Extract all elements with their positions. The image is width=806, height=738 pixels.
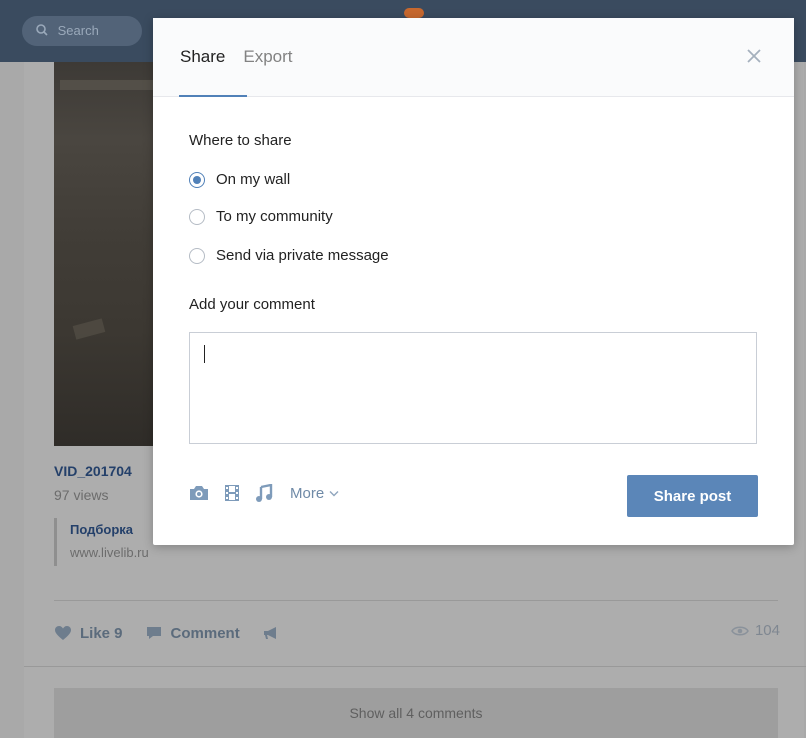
divider [24, 666, 806, 667]
divider [54, 600, 778, 601]
eye-icon [731, 626, 749, 635]
like-button[interactable]: Like 9 [54, 625, 123, 642]
comment-label: Comment [170, 624, 240, 642]
like-label: Like 9 [80, 624, 123, 642]
radio-circle[interactable] [189, 171, 205, 188]
comment-icon [146, 627, 161, 639]
views-counter: 104 [731, 622, 780, 639]
post-title[interactable]: VID_201704 [54, 463, 132, 479]
attachment-toolbar: More [189, 484, 339, 502]
link-url[interactable]: www.livelib.ru [70, 545, 149, 560]
add-comment-label: Add your comment [189, 296, 315, 313]
dialog-header: Share Export [153, 18, 794, 97]
attach-audio-button[interactable] [255, 484, 273, 502]
share-dialog: Share Export Where to share On my wall T… [153, 18, 794, 545]
tab-share[interactable]: Share [180, 18, 225, 96]
view-count: 104 [754, 622, 780, 639]
tab-export[interactable]: Export [243, 18, 292, 96]
where-to-share-label: Where to share [189, 132, 292, 149]
share-post-button[interactable]: Share post [627, 475, 758, 517]
music-icon [256, 484, 273, 502]
link-quote-bar [54, 518, 57, 566]
megaphone-icon [263, 627, 276, 639]
comment-input[interactable] [189, 332, 757, 444]
more-label: More [290, 484, 325, 502]
attach-video-button[interactable] [224, 484, 240, 502]
search-bar[interactable]: Search [22, 16, 142, 46]
radio-on-my-wall[interactable]: On my wall [189, 171, 290, 188]
text-cursor [204, 345, 205, 363]
close-button[interactable] [744, 46, 764, 66]
show-all-comments-button[interactable]: Show all 4 comments [54, 688, 778, 738]
chevron-down-icon [329, 490, 339, 496]
share-button[interactable] [262, 625, 288, 641]
heart-icon [55, 626, 71, 640]
close-icon [747, 49, 761, 63]
search-placeholder: Search [57, 23, 99, 38]
radio-label: On my wall [216, 171, 291, 188]
search-icon [36, 24, 48, 36]
post-actions: Like 9 Comment [54, 622, 310, 644]
more-attachments-dropdown[interactable]: More [290, 485, 339, 502]
radio-circle[interactable] [189, 247, 205, 264]
video-thumbnail[interactable] [54, 62, 164, 446]
radio-circle[interactable] [189, 208, 205, 225]
dialog-tabs: Share Export [180, 18, 311, 96]
camera-icon [190, 486, 208, 500]
radio-label: Send via private message [216, 247, 389, 264]
notification-indicator [404, 8, 424, 18]
attach-photo-button[interactable] [189, 485, 209, 501]
radio-to-my-community[interactable]: To my community [189, 208, 333, 225]
post-views: 97 views [54, 487, 109, 503]
radio-label: To my community [216, 208, 333, 225]
video-icon [225, 485, 239, 501]
radio-send-private-message[interactable]: Send via private message [189, 247, 389, 264]
link-title[interactable]: Подборка [70, 522, 133, 537]
comment-button[interactable]: Comment [145, 625, 240, 642]
